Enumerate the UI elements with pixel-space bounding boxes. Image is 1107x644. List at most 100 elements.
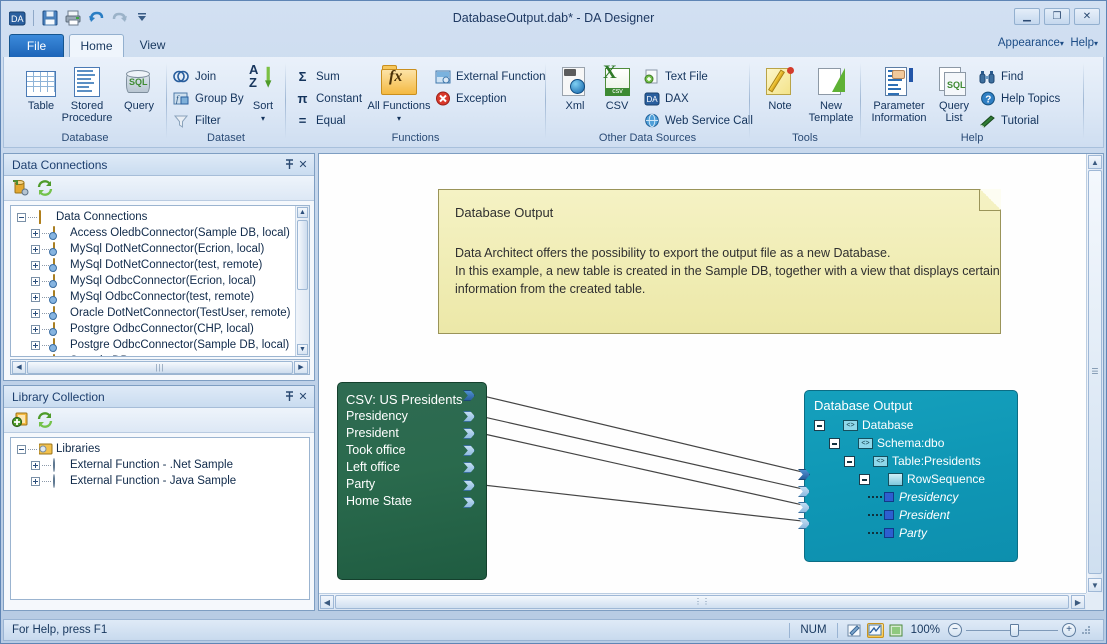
tree-vertical-scrollbar[interactable]: ▲ ▼	[295, 206, 309, 356]
ribbon-button-query-list[interactable]: SQL Query List	[933, 63, 975, 124]
ribbon-button-external-function[interactable]: External Function	[434, 66, 546, 87]
ribbon-button-sort[interactable]: AZ Sort ▾	[245, 63, 281, 125]
ribbon-button-find[interactable]: Find	[979, 66, 1023, 87]
expander-icon[interactable]	[17, 212, 26, 222]
design-view-icon[interactable]	[866, 622, 884, 638]
refresh-icon[interactable]	[36, 411, 54, 429]
tree-root-data-connections[interactable]: Data Connections	[17, 209, 294, 225]
tree-library-collection[interactable]: Libraries External Function - .Net Sampl…	[10, 437, 310, 600]
expander-icon[interactable]	[859, 473, 870, 485]
output-pin-presidency[interactable]	[463, 411, 475, 422]
expander-icon[interactable]	[31, 460, 40, 470]
tree-root-libraries[interactable]: Libraries	[17, 441, 309, 457]
output-pin-title[interactable]	[463, 390, 475, 401]
ribbon-button-xml[interactable]: Xml	[554, 63, 596, 112]
expander-icon[interactable]	[829, 437, 840, 449]
all-functions-dropdown-caret-icon[interactable]: ▾	[397, 114, 401, 123]
expander-icon[interactable]	[31, 324, 40, 334]
ribbon-button-tutorial[interactable]: Tutorial	[979, 110, 1039, 131]
sort-dropdown-caret-icon[interactable]: ▾	[261, 114, 265, 123]
output-pin-home-state[interactable]	[463, 497, 475, 508]
input-pin-1[interactable]	[798, 469, 810, 480]
scroll-right-arrow-icon[interactable]: ▶	[294, 360, 308, 374]
tab-file[interactable]: File	[9, 34, 64, 58]
scroll-thumb-horizontal[interactable]: |||	[27, 360, 293, 374]
db-tree-row[interactable]: <> Schema:dbo	[814, 434, 1017, 452]
pin-icon[interactable]	[282, 158, 296, 172]
resize-grip-icon[interactable]	[1080, 624, 1092, 636]
scroll-left-arrow-icon[interactable]: ◀	[320, 595, 334, 609]
input-pin-3[interactable]	[798, 502, 810, 513]
ribbon-button-sum[interactable]: Σ Sum	[294, 66, 340, 87]
zoom-slider-thumb[interactable]	[1010, 623, 1019, 637]
ribbon-button-new-template[interactable]: New Template	[806, 63, 856, 124]
scroll-up-arrow-icon[interactable]: ▲	[297, 207, 308, 218]
tree-item-connection[interactable]: MySql OdbcConnector(test, remote)	[17, 289, 294, 305]
output-pin-party[interactable]	[463, 480, 475, 491]
help-menu[interactable]: Help	[1070, 37, 1094, 49]
scroll-up-arrow-icon[interactable]: ▲	[1088, 155, 1102, 169]
expander-icon[interactable]	[31, 292, 40, 302]
node-database-output[interactable]: Database Output <> Database <> Schema:db…	[804, 390, 1018, 562]
expander-icon[interactable]	[31, 340, 40, 350]
expander-icon[interactable]	[31, 260, 40, 270]
expander-icon[interactable]	[31, 476, 40, 486]
tree-horizontal-scrollbar[interactable]: ◀ ||| ▶	[10, 359, 310, 375]
tree-item-library[interactable]: External Function - .Net Sample	[17, 457, 309, 473]
ribbon-button-help-topics[interactable]: ? Help Topics	[979, 88, 1060, 109]
ribbon-button-query[interactable]: SQL Query	[108, 63, 170, 112]
appearance-menu[interactable]: Appearance	[998, 37, 1060, 49]
tree-data-connections[interactable]: Data Connections Access OledbConnector(S…	[10, 205, 310, 357]
ribbon-button-join[interactable]: Join	[173, 66, 216, 87]
db-tree-row[interactable]: <> Database	[814, 416, 1017, 434]
add-connection-icon[interactable]	[12, 179, 30, 197]
tree-item-connection[interactable]: Access OledbConnector(Sample DB, local)	[17, 225, 294, 241]
expander-icon[interactable]	[844, 455, 855, 467]
ribbon-button-web-service-call[interactable]: Web Service Call	[643, 110, 753, 131]
minimize-button[interactable]: ▁	[1014, 8, 1040, 25]
canvas-note[interactable]: Database Output Data Architect offers th…	[438, 189, 1001, 334]
zoom-in-button[interactable]: +	[1062, 623, 1076, 637]
ribbon-button-note[interactable]: Note	[756, 63, 804, 112]
db-tree-row[interactable]: RowSequence	[814, 470, 1017, 488]
ribbon-button-all-functions[interactable]: fx All Functions ▾	[366, 63, 432, 125]
refresh-icon[interactable]	[36, 179, 54, 197]
ribbon-button-exception[interactable]: Exception	[434, 88, 507, 109]
tab-home[interactable]: Home	[69, 34, 124, 58]
ribbon-button-equal[interactable]: = Equal	[294, 110, 346, 131]
scroll-down-arrow-icon[interactable]: ▼	[297, 344, 308, 355]
scroll-thumb[interactable]	[297, 220, 308, 290]
db-tree-row[interactable]: <> Table:Presidents	[814, 452, 1017, 470]
expander-icon[interactable]	[31, 228, 40, 238]
preview-icon[interactable]	[888, 623, 905, 638]
ribbon-button-constant[interactable]: π Constant	[294, 88, 363, 109]
maximize-button[interactable]: ❐	[1044, 8, 1070, 25]
zoom-slider-track[interactable]	[966, 623, 1058, 637]
zoom-out-button[interactable]: −	[948, 623, 962, 637]
output-pin-left-office[interactable]	[463, 462, 475, 473]
expander-icon[interactable]	[31, 276, 40, 286]
tree-item-connection[interactable]: MySql DotNetConnector(test, remote)	[17, 257, 294, 273]
ribbon-button-text-file[interactable]: Text File	[643, 66, 708, 87]
tree-item-connection[interactable]: MySql DotNetConnector(Ecrion, local)	[17, 241, 294, 257]
expander-icon[interactable]	[814, 419, 825, 431]
ribbon-button-dax[interactable]: DA DAX	[643, 88, 689, 109]
db-tree-row[interactable]: President	[814, 506, 1017, 524]
scroll-thumb-horizontal[interactable]: ⋮⋮	[335, 595, 1069, 609]
close-button[interactable]: ✕	[1074, 8, 1100, 25]
canvas-horizontal-scrollbar[interactable]: ◀ ⋮⋮ ▶	[319, 593, 1086, 610]
ribbon-button-parameter-information[interactable]: Parameter Information	[867, 63, 931, 124]
close-icon[interactable]: ✕	[296, 390, 310, 404]
scroll-left-arrow-icon[interactable]: ◀	[12, 360, 26, 374]
scroll-thumb-vertical[interactable]: ☰	[1088, 170, 1102, 574]
tree-item-connection[interactable]: Postgre OdbcConnector(CHP, local)	[17, 321, 294, 337]
appearance-caret-icon[interactable]: ▾	[1060, 39, 1064, 48]
db-tree-row[interactable]: Party	[814, 524, 1017, 542]
pin-icon[interactable]	[282, 390, 296, 404]
help-caret-icon[interactable]: ▾	[1094, 39, 1098, 48]
db-tree-row[interactable]: Presidency	[814, 488, 1017, 506]
ribbon-button-csv[interactable]: Xcsv CSV	[596, 63, 638, 112]
design-canvas[interactable]: Database Output Data Architect offers th…	[319, 154, 1086, 593]
add-library-icon[interactable]	[11, 411, 30, 429]
tree-item-connection[interactable]: Sample DB	[17, 353, 294, 356]
